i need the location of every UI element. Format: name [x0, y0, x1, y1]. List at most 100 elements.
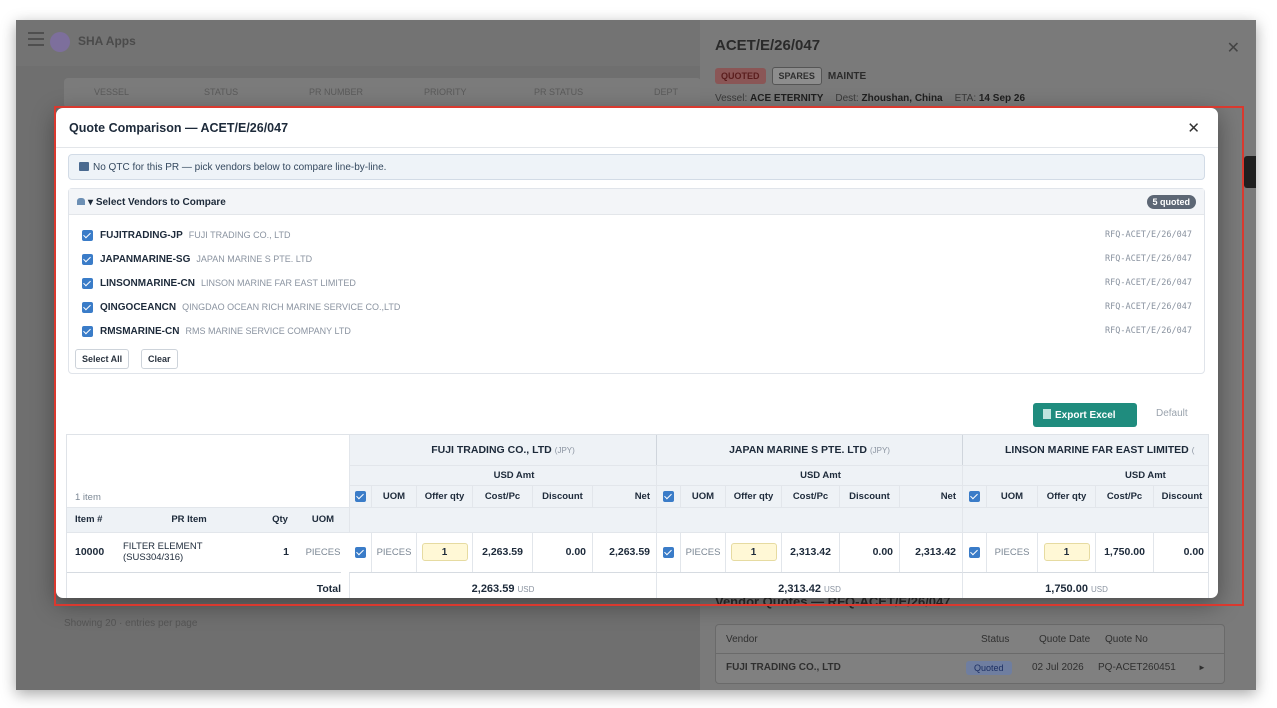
- col-discount: Discount: [839, 485, 899, 507]
- default-toggle[interactable]: Default: [1156, 408, 1188, 419]
- vendor-name: FUJI TRADING CO., LTD: [726, 662, 841, 673]
- vendor-code: FUJITRADING-JP: [100, 229, 183, 241]
- line-checkbox[interactable]: [962, 532, 986, 572]
- col-uom: UOM: [311, 514, 335, 525]
- drawer-close-icon[interactable]: ✕: [1227, 38, 1240, 58]
- vendor-total: 2,263.59 USD: [349, 572, 656, 598]
- offer-qty-input[interactable]: 1: [1043, 543, 1090, 561]
- offer-qty-cell: 1: [1037, 532, 1095, 572]
- comparison-table: 1 item Item # PR Item Qty UOM 10000 FILT…: [66, 434, 1209, 598]
- vendor-rfq: RFQ-ACET/E/26/047: [1105, 254, 1192, 264]
- checkbox[interactable]: [82, 301, 93, 313]
- vendor-total: 2,313.42 USD: [656, 572, 962, 598]
- eta-info: ETA: 14 Sep 26: [954, 93, 1026, 104]
- checkbox[interactable]: [82, 325, 93, 337]
- filter-label[interactable]: PR STATUS: [534, 87, 583, 97]
- info-text: No QTC for this PR — pick vendors below …: [93, 162, 387, 173]
- col-qty: Qty: [272, 514, 288, 525]
- cost-value: 1,750.00: [1095, 532, 1153, 572]
- usd-amt-header: USD Amt: [656, 465, 962, 485]
- drawer-side-tab[interactable]: [1244, 156, 1256, 188]
- pr-item-line1: FILTER ELEMENT: [123, 541, 203, 552]
- discount-value: 0.00: [532, 532, 592, 572]
- vendor-selector: ▾ Select Vendors to Compare 5 quoted FUJ…: [68, 188, 1205, 374]
- clear-button[interactable]: Clear: [141, 349, 178, 369]
- drawer-title: ACET/E/26/047: [715, 37, 821, 54]
- status-badge: QUOTED: [715, 68, 766, 84]
- col-cost-pc: Cost/Pc: [1095, 485, 1153, 507]
- vendor-column-checkbox[interactable]: [349, 485, 371, 507]
- col-net: Net: [592, 485, 656, 507]
- app-window: SHA Apps VESSEL STATUS PR NUMBER PRIORIT…: [16, 20, 1256, 690]
- pr-item-desc: FILTER ELEMENT (SUS304/316): [123, 532, 263, 572]
- line-checkbox[interactable]: [349, 532, 371, 572]
- uom-value: PIECES: [680, 532, 725, 572]
- usd-amt-header: USD Amt: [962, 465, 1208, 485]
- checkbox[interactable]: [82, 253, 93, 265]
- vendor-option[interactable]: RMSMARINE-CN RMS MARINE SERVICE COMPANY …: [82, 323, 1192, 339]
- quote-date: 02 Jul 2026: [1032, 662, 1084, 673]
- net-value: 2,263.59: [592, 532, 656, 572]
- info-banner: No QTC for this PR — pick vendors below …: [68, 154, 1205, 180]
- col-discount: Discount: [1153, 485, 1208, 507]
- vendor-option[interactable]: FUJITRADING-JP FUJI TRADING CO., LTD RFQ…: [82, 227, 1192, 243]
- col-uom: UOM: [680, 485, 725, 507]
- vendor-column-checkbox[interactable]: [656, 485, 680, 507]
- offer-qty-cell: 1: [725, 532, 781, 572]
- col-net: Net: [899, 485, 962, 507]
- vessel-info: Vessel: ACE ETERNITY: [715, 93, 824, 104]
- quote-comparison-modal: Quote Comparison — ACET/E/26/047 ✕ No QT…: [56, 108, 1218, 598]
- col-offer-qty: Offer qty: [1037, 485, 1095, 507]
- line-checkbox[interactable]: [656, 532, 680, 572]
- vendor-name: RMS MARINE SERVICE COMPANY LTD: [185, 326, 351, 336]
- vendor-rfq: RFQ-ACET/E/26/047: [1105, 230, 1192, 240]
- select-all-button[interactable]: Select All: [75, 349, 130, 369]
- offer-qty-input[interactable]: 1: [421, 543, 468, 561]
- offer-qty-input[interactable]: 1: [730, 543, 777, 561]
- filter-label[interactable]: VESSEL: [94, 87, 129, 97]
- header-spacer: [67, 435, 349, 487]
- filter-label[interactable]: PR NUMBER: [309, 87, 363, 97]
- vendor-header: JAPAN MARINE S PTE. LTD (JPY): [656, 435, 962, 465]
- vendor-option[interactable]: JAPANMARINE-SG JAPAN MARINE S PTE. LTD R…: [82, 251, 1192, 267]
- col-quote-no: Quote No: [1105, 633, 1148, 645]
- uom-value: PIECES: [986, 532, 1037, 572]
- export-excel-button[interactable]: Export Excel: [1033, 403, 1137, 427]
- filter-bar: VESSEL STATUS PR NUMBER PRIORITY PR STAT…: [64, 78, 701, 108]
- filter-label[interactable]: DEPT: [654, 87, 678, 97]
- close-icon[interactable]: ✕: [1187, 119, 1200, 137]
- app-logo: [50, 32, 70, 52]
- excel-icon: [1043, 409, 1051, 419]
- menu-icon[interactable]: [28, 32, 44, 46]
- vendor-name: JAPAN MARINE S PTE. LTD: [196, 254, 313, 264]
- vendor-selector-header[interactable]: ▾ Select Vendors to Compare 5 quoted: [69, 189, 1204, 215]
- drawer-meta: Vessel: ACE ETERNITY Dest: Zhoushan, Chi…: [715, 93, 1025, 104]
- col-offer-qty: Offer qty: [725, 485, 781, 507]
- table-row[interactable]: FUJI TRADING CO., LTD Quoted 02 Jul 2026…: [716, 653, 1224, 681]
- col-vendor: Vendor: [726, 633, 758, 645]
- qty-value: 1: [283, 546, 289, 558]
- checkbox[interactable]: [82, 277, 93, 289]
- vendor-option[interactable]: LINSONMARINE-CN LINSON MARINE FAR EAST L…: [82, 275, 1192, 291]
- app-topbar: SHA Apps: [16, 20, 701, 66]
- category-badge: MAINTE: [827, 70, 867, 82]
- col-status: Status: [981, 633, 1010, 645]
- checkbox[interactable]: [82, 229, 93, 241]
- vendor-column-checkbox[interactable]: [962, 485, 986, 507]
- vendor-selector-title: ▾ Select Vendors to Compare: [77, 197, 226, 208]
- uom-value: PIECES: [305, 546, 341, 558]
- offer-qty-cell: 1: [416, 532, 472, 572]
- filter-label[interactable]: STATUS: [204, 87, 238, 97]
- caret-icon: ▾: [88, 197, 96, 208]
- pr-item-line2: (SUS304/316): [123, 552, 184, 563]
- uom-value: PIECES: [371, 532, 416, 572]
- vendor-rfq: RFQ-ACET/E/26/047: [1105, 326, 1192, 336]
- col-uom: UOM: [986, 485, 1037, 507]
- chevron-right-icon[interactable]: ►: [1198, 663, 1206, 672]
- vendor-rfq: RFQ-ACET/E/26/047: [1105, 278, 1192, 288]
- item-count: 1 item: [75, 491, 101, 503]
- vendor-option[interactable]: QINGOCEANCN QINGDAO OCEAN RICH MARINE SE…: [82, 299, 1192, 315]
- filter-label[interactable]: PRIORITY: [424, 87, 467, 97]
- vendor-header: FUJI TRADING CO., LTD (JPY): [349, 435, 656, 465]
- dest-info: Dest: Zhoushan, China: [835, 93, 943, 104]
